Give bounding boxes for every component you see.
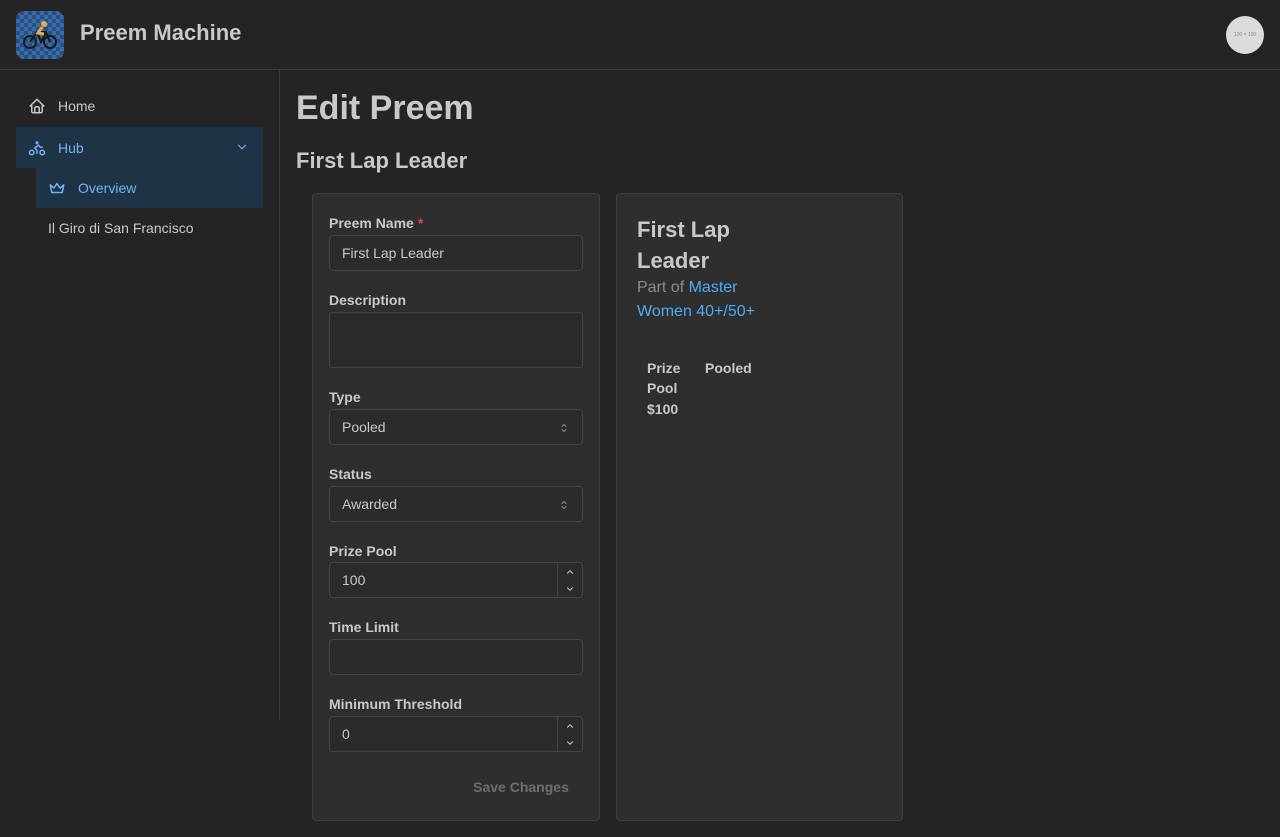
- bicycle-icon: [28, 139, 46, 157]
- description-label: Description: [329, 292, 407, 308]
- app-title: Preem Machine: [80, 20, 242, 45]
- increment-button[interactable]: [558, 717, 582, 734]
- status-label: Status: [329, 466, 372, 482]
- preview-part-of: Part of Master Women 40+/50+: [637, 276, 777, 324]
- preview-title: First Lap Leader: [637, 217, 730, 273]
- user-avatar[interactable]: 100 × 100: [1226, 16, 1264, 54]
- crown-icon: [48, 179, 66, 197]
- minimum-threshold-stepper: [557, 717, 582, 751]
- preem-name-input[interactable]: First Lap Leader: [329, 235, 583, 271]
- save-changes-button[interactable]: Save Changes: [459, 770, 583, 804]
- type-select[interactable]: Pooled: [329, 409, 583, 445]
- time-limit-input[interactable]: [329, 639, 583, 675]
- sidebar-item-hub[interactable]: Hub: [16, 127, 263, 168]
- page-subtitle: First Lap Leader: [296, 148, 468, 173]
- prize-pool-stat-label: Prize Pool: [647, 360, 681, 396]
- sidebar-item-overview[interactable]: Overview: [36, 168, 263, 208]
- sidebar-item-il-giro[interactable]: Il Giro di San Francisco: [36, 208, 263, 248]
- prize-pool-input[interactable]: 100: [329, 562, 583, 598]
- type-label: Type: [329, 389, 361, 405]
- app-header: Preem Machine 100 × 100: [0, 0, 1280, 70]
- decrement-button[interactable]: [558, 580, 582, 597]
- preem-name-label: Preem Name *: [329, 215, 423, 231]
- minimum-threshold-value: 0: [342, 726, 350, 742]
- time-limit-label: Time Limit: [329, 619, 399, 635]
- preem-name-value: First Lap Leader: [342, 245, 444, 261]
- sidebar-item-label: Home: [58, 98, 96, 114]
- preem-name-label-text: Preem Name: [329, 215, 414, 231]
- prize-pool-label: Prize Pool: [329, 543, 397, 559]
- selector-icon: [558, 498, 570, 514]
- sidebar-item-home[interactable]: Home: [16, 86, 263, 126]
- status-select[interactable]: Awarded: [329, 486, 583, 522]
- prize-pool-stat-value: $100: [647, 401, 679, 417]
- minimum-threshold-input[interactable]: 0: [329, 716, 583, 752]
- preem-type-stat: Pooled: [705, 360, 752, 376]
- sidebar-item-label: Il Giro di San Francisco: [48, 220, 194, 236]
- required-mark: *: [417, 215, 424, 231]
- sidebar-item-label: Hub: [58, 139, 84, 156]
- minimum-threshold-label: Minimum Threshold: [329, 696, 462, 712]
- sidebar: Home Hub Overview Il Giro di San Francis…: [0, 70, 280, 720]
- preem-preview-card: First Lap Leader Part of Master Women 40…: [616, 193, 903, 821]
- type-value: Pooled: [342, 419, 386, 435]
- decrement-button[interactable]: [558, 734, 582, 751]
- avatar-placeholder-text: 100 × 100: [1233, 32, 1257, 38]
- increment-button[interactable]: [558, 563, 582, 580]
- edit-preem-form: Preem Name * First Lap Leader Description…: [312, 193, 600, 821]
- description-textarea[interactable]: [329, 312, 583, 368]
- cyclist-icon: [23, 21, 57, 49]
- part-of-prefix: Part of: [637, 279, 685, 296]
- page-title: Edit Preem: [296, 89, 474, 127]
- chevron-down-icon[interactable]: [235, 140, 249, 157]
- home-icon: [28, 97, 46, 115]
- sidebar-item-label: Overview: [78, 180, 137, 196]
- prize-pool-value: 100: [342, 572, 366, 588]
- status-value: Awarded: [342, 496, 398, 512]
- selector-icon: [558, 421, 570, 437]
- prize-pool-stepper: [557, 563, 582, 597]
- app-logo[interactable]: [16, 11, 64, 59]
